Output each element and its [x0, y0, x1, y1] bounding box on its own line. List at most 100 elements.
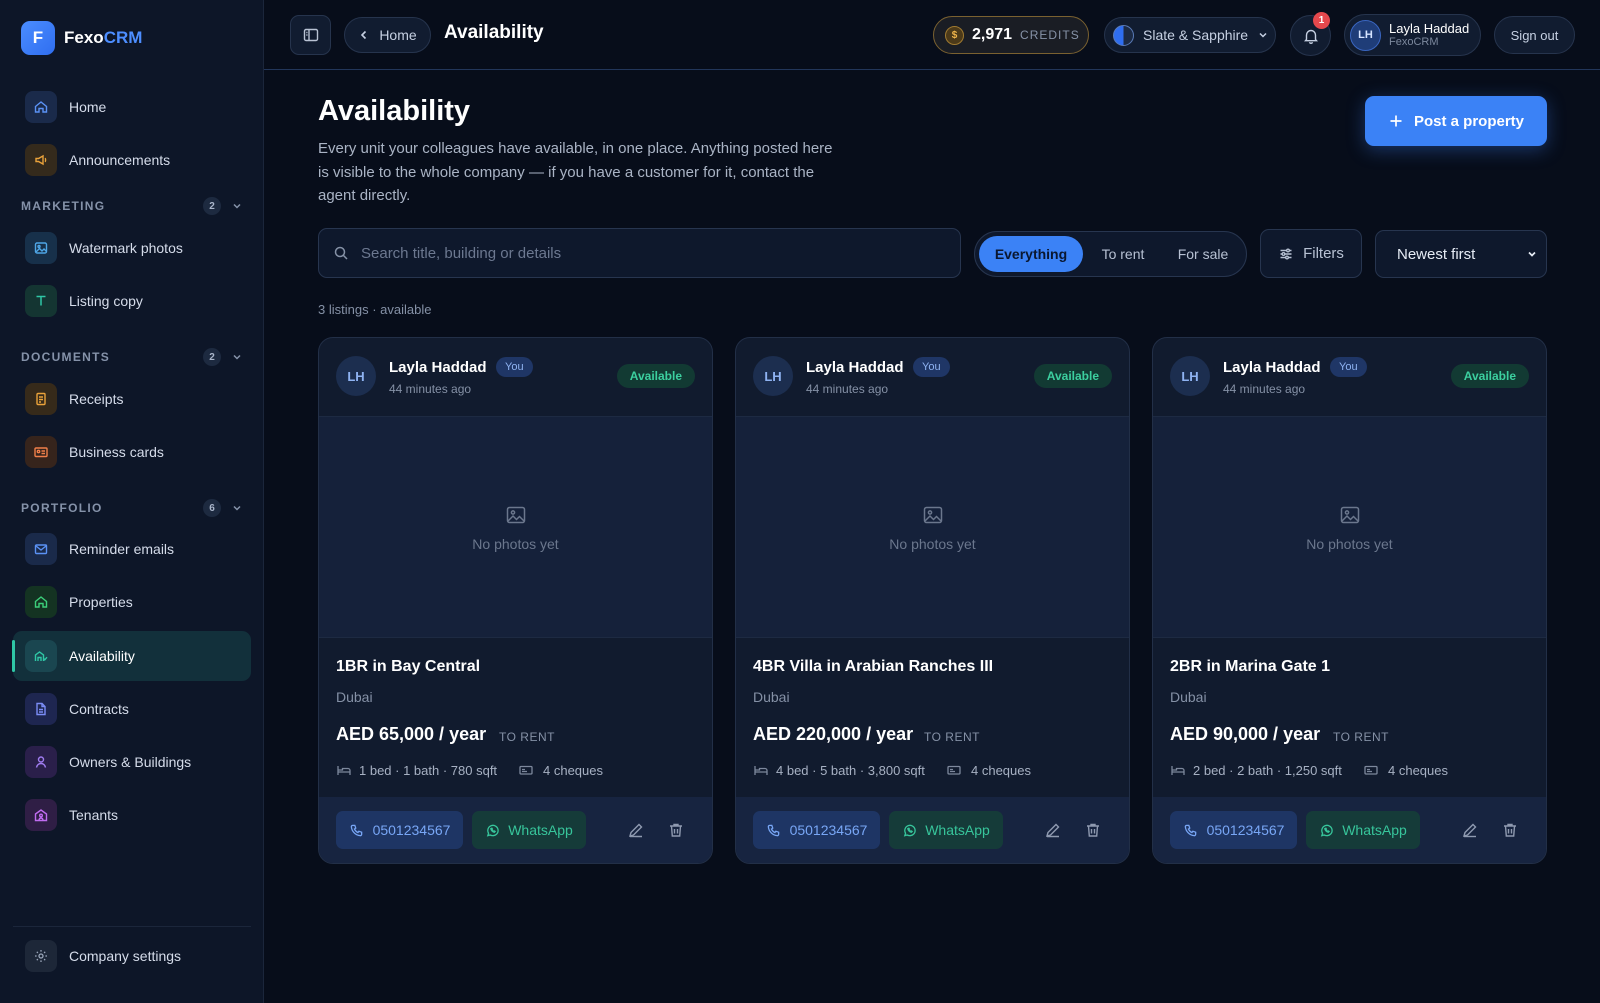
sidebar-item-business-cards[interactable]: Business cards [13, 427, 251, 477]
sidebar-item-label: Owners & Buildings [69, 754, 192, 770]
chevron-down-icon [231, 502, 243, 514]
status-badge: Available [616, 364, 695, 388]
phone-number: 0501234567 [1206, 822, 1285, 838]
listing-title[interactable]: 4BR Villa in Arabian Ranches III [753, 658, 993, 676]
segment-to-rent[interactable]: To rent [1083, 236, 1163, 272]
trash-icon[interactable] [1084, 821, 1102, 839]
credits-label: CREDITS [1020, 28, 1080, 42]
call-button[interactable]: 0501234567 [336, 811, 463, 849]
listing-card[interactable]: LH Layla Haddad You 44 minutes ago Avail… [318, 337, 713, 864]
cheque-icon [1363, 762, 1379, 778]
listing-city: Dubai [1170, 689, 1207, 705]
section-count: 2 [203, 197, 221, 215]
no-photos-text: No photos yet [889, 535, 976, 552]
section-count: 2 [203, 348, 221, 366]
call-button[interactable]: 0501234567 [753, 811, 880, 849]
credits-badge[interactable]: $ 2,971 CREDITS [933, 16, 1089, 54]
edit-icon[interactable] [627, 821, 645, 839]
sidebar-item-listing-copy[interactable]: Listing copy [13, 276, 251, 326]
avatar: LH [753, 356, 793, 396]
listing-card[interactable]: LH Layla Haddad You 44 minutes ago Avail… [735, 337, 1130, 864]
card-header: LH Layla Haddad You 44 minutes ago Avail… [1153, 338, 1546, 416]
post-property-label: Post a property [1413, 112, 1525, 130]
listing-details: 4 bed · 5 bath · 3,800 sqft [753, 762, 925, 778]
trash-icon[interactable] [1501, 821, 1519, 839]
phone-number: 0501234567 [789, 822, 868, 838]
agent-name: Layla Haddad [806, 359, 904, 376]
cheques-text: 4 cheques [543, 762, 603, 778]
sidebar-item-contracts[interactable]: Contracts [13, 684, 251, 734]
sort-value: Newest first [1397, 245, 1476, 263]
sidebar-item-label: Business cards [69, 444, 164, 460]
sidebar-item-label: Receipts [69, 391, 124, 407]
search-icon [333, 245, 349, 261]
plus-icon [1388, 113, 1404, 129]
user-menu[interactable]: LH Layla Haddad FexoCRM [1344, 14, 1481, 56]
sidebar-item-tenants[interactable]: Tenants [13, 790, 251, 840]
sidebar-item-properties[interactable]: Properties [13, 577, 251, 627]
section-documents[interactable]: DOCUMENTS 2 [21, 347, 243, 367]
sidebar-item-reminder-emails[interactable]: Reminder emails [13, 524, 251, 574]
search-input[interactable] [361, 244, 921, 262]
segment-for-sale[interactable]: For sale [1163, 236, 1243, 272]
cheques-text: 4 cheques [1388, 762, 1448, 778]
edit-icon[interactable] [1044, 821, 1062, 839]
phone-icon [766, 823, 781, 838]
section-portfolio[interactable]: PORTFOLIO 6 [21, 498, 243, 518]
avatar: LH [1170, 356, 1210, 396]
sidebar: F FexoCRM Home Announcements MARKETING 2… [0, 0, 264, 1003]
sidebar-item-label: Properties [69, 594, 133, 610]
back-home-button[interactable]: Home [344, 17, 431, 53]
trash-icon[interactable] [667, 821, 685, 839]
details-text: 4 bed · 5 bath · 3,800 sqft [776, 762, 925, 778]
section-marketing[interactable]: MARKETING 2 [21, 196, 243, 216]
brand-logo: F [21, 21, 55, 55]
filters-button[interactable]: Filters [1260, 229, 1362, 278]
sidebar-item-owners-buildings[interactable]: Owners & Buildings [13, 737, 251, 787]
sidebar-item-watermark-photos[interactable]: Watermark photos [13, 223, 251, 273]
photo-placeholder: No photos yet [1153, 416, 1546, 638]
image-icon [25, 232, 57, 264]
theme-selector[interactable]: Slate & Sapphire [1104, 17, 1276, 53]
sidebar-item-label: Contracts [69, 701, 129, 717]
receipt-icon [25, 383, 57, 415]
sidebar-item-company-settings[interactable]: Company settings [13, 931, 251, 981]
credits-value: 2,971 [972, 26, 1013, 43]
gear-icon [25, 940, 57, 972]
sidebar-item-home[interactable]: Home [13, 82, 251, 132]
user-info: Layla Haddad FexoCRM [1389, 21, 1469, 49]
sidebar-divider [13, 926, 251, 927]
card-header: LH Layla Haddad You 44 minutes ago Avail… [736, 338, 1129, 416]
section-count: 6 [203, 499, 221, 517]
tenants-icon [25, 799, 57, 831]
post-property-button[interactable]: Post a property [1365, 96, 1547, 146]
sliders-icon [1278, 246, 1294, 262]
brand[interactable]: F FexoCRM [21, 21, 142, 55]
photo-placeholder: No photos yet [736, 416, 1129, 638]
theme-label: Slate & Sapphire [1143, 27, 1249, 43]
whatsapp-button[interactable]: WhatsApp [472, 811, 586, 849]
call-button[interactable]: 0501234567 [1170, 811, 1297, 849]
sort-select[interactable]: Newest first [1375, 230, 1547, 278]
listing-title[interactable]: 1BR in Bay Central [336, 658, 480, 676]
sidebar-item-receipts[interactable]: Receipts [13, 374, 251, 424]
sign-out-button[interactable]: Sign out [1494, 16, 1575, 54]
whatsapp-button[interactable]: WhatsApp [889, 811, 1003, 849]
no-photos-text: No photos yet [1306, 535, 1393, 552]
cheque-icon [946, 762, 962, 778]
listing-card[interactable]: LH Layla Haddad You 44 minutes ago Avail… [1152, 337, 1547, 864]
chevron-left-icon [358, 29, 370, 41]
sidebar-toggle-button[interactable] [290, 15, 331, 55]
sidebar-item-label: Home [69, 99, 107, 115]
no-photos-text: No photos yet [472, 535, 559, 552]
whatsapp-button[interactable]: WhatsApp [1306, 811, 1420, 849]
listing-title[interactable]: 2BR in Marina Gate 1 [1170, 658, 1330, 676]
user-org: FexoCRM [1389, 36, 1439, 48]
sidebar-item-availability[interactable]: Availability [12, 631, 251, 681]
search-field[interactable] [318, 228, 961, 278]
sidebar-item-announcements[interactable]: Announcements [13, 135, 251, 185]
edit-icon[interactable] [1461, 821, 1479, 839]
segment-everything[interactable]: Everything [979, 236, 1083, 272]
person-icon [25, 746, 57, 778]
photo-placeholder: No photos yet [319, 416, 712, 638]
